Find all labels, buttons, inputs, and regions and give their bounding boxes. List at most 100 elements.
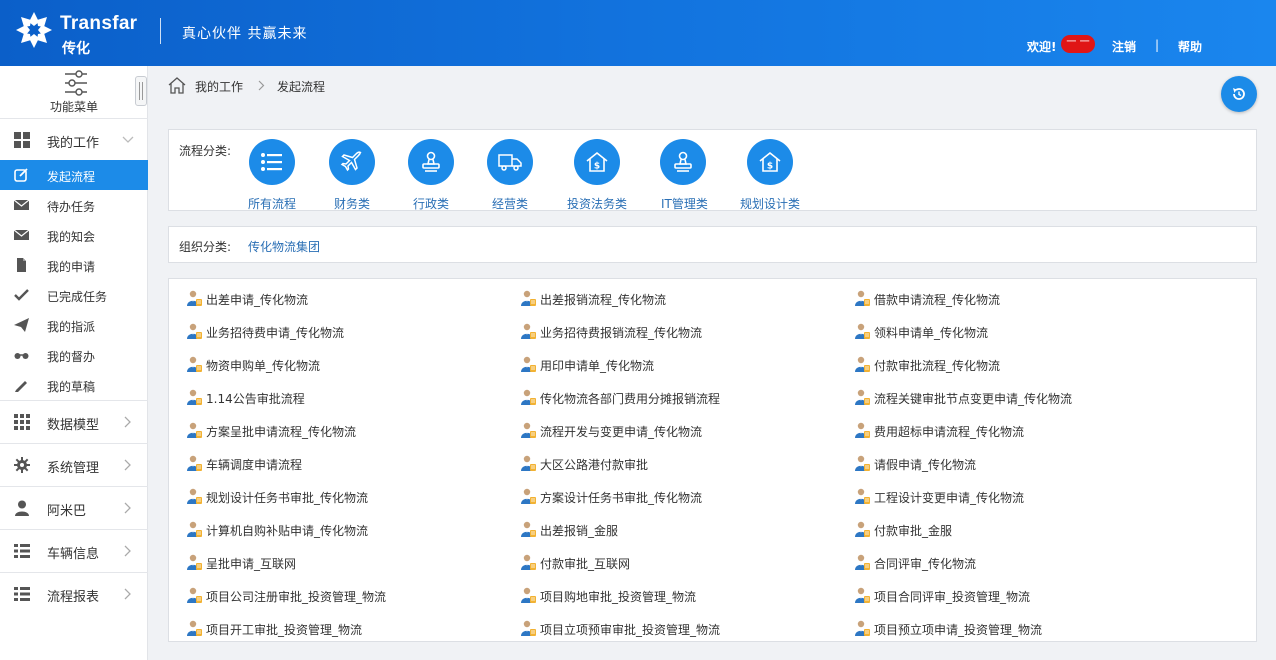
user-form-icon	[854, 587, 871, 607]
user-form-icon	[186, 389, 203, 409]
chevron-down-icon	[122, 136, 134, 143]
function-menu-label: 功能菜单	[49, 100, 98, 114]
refresh-icon	[1233, 88, 1245, 100]
user-form-icon	[520, 620, 537, 640]
dashboard-icon	[14, 132, 30, 148]
home-icon[interactable]	[168, 77, 186, 94]
user-form-icon	[186, 323, 203, 343]
user-form-icon	[854, 554, 871, 574]
list-icon	[261, 153, 282, 171]
sidebar-item-label: 待办任务	[47, 200, 96, 214]
user-icon	[15, 500, 29, 516]
svg-text:$: $	[594, 162, 600, 172]
user-form-icon	[520, 521, 537, 541]
process-category-panel: 流程分类: 所有流程 财务类 行政类 经营类 $ 投资法务类 IT管理类 $ 规…	[168, 129, 1257, 211]
user-form-icon	[854, 290, 871, 310]
sidebar: 功能菜单 我的工作 发起流程 待办任务 我的知会 我的申请 已完成任务 我的指派…	[0, 66, 148, 660]
sidebar-item-todo-tasks[interactable]: 待办任务	[0, 190, 148, 220]
chevron-right-icon	[124, 545, 131, 557]
sidebar-group-vehicle-info[interactable]: 车辆信息	[0, 529, 148, 571]
breadcrumb-my-work[interactable]: 我的工作	[195, 78, 243, 95]
org-category-value[interactable]: 传化物流集团	[248, 238, 320, 255]
category-icon-circle	[249, 139, 295, 185]
user-form-icon	[520, 290, 537, 310]
sidebar-item-my-drafts[interactable]: 我的草稿	[0, 370, 148, 400]
sidebar-group-label: 数据模型	[47, 418, 100, 433]
sidebar-group-amoeba[interactable]: 阿米巴	[0, 486, 148, 528]
grid-icon	[14, 414, 30, 430]
process-label: 用印申请单_传化物流	[540, 359, 655, 373]
user-form-icon	[854, 455, 871, 475]
user-form-icon	[854, 488, 871, 508]
function-menu-toggle[interactable]: 功能菜单	[0, 66, 148, 118]
process-label: 流程开发与变更申请_传化物流	[540, 425, 703, 439]
sidebar-item-my-supervision[interactable]: 我的督办	[0, 340, 148, 370]
process-label: 借款申请流程_传化物流	[874, 293, 1001, 307]
category-icon-circle: $	[574, 139, 620, 185]
user-form-icon	[520, 422, 537, 442]
user-form-icon	[186, 554, 203, 574]
user-form-icon	[186, 422, 203, 442]
sidebar-item-my-assignments[interactable]: 我的指派	[0, 310, 148, 340]
envelope-icon	[14, 199, 29, 210]
org-category-label: 组织分类:	[179, 240, 232, 254]
sidebar-group-label: 我的工作	[47, 136, 100, 151]
category-icon-circle	[660, 139, 706, 185]
process-label: 工程设计变更申请_传化物流	[874, 491, 1025, 505]
stamp-icon	[674, 151, 692, 172]
user-form-icon	[186, 521, 203, 541]
sidebar-item-label: 我的督办	[47, 350, 96, 364]
breadcrumb-separator-icon	[258, 80, 265, 91]
process-label: 项目公司注册审批_投资管理_物流	[206, 590, 387, 604]
send-icon	[14, 318, 29, 332]
process-label: 业务招待费报销流程_传化物流	[540, 326, 703, 340]
process-label: 合同评审_传化物流	[874, 557, 977, 571]
glasses-icon	[14, 353, 29, 359]
user-form-icon	[520, 587, 537, 607]
user-form-icon	[520, 389, 537, 409]
sidebar-item-my-notices[interactable]: 我的知会	[0, 220, 148, 250]
chevron-right-icon	[124, 588, 131, 600]
sidebar-group-label: 车辆信息	[47, 547, 100, 562]
sidebar-group-process-reports[interactable]: 流程报表	[0, 572, 148, 614]
svg-text:$: $	[767, 162, 773, 172]
slogan: 真心伙伴 共赢未来	[182, 26, 308, 42]
process-category-label: 流程分类:	[179, 144, 232, 158]
sidebar-item-start-process[interactable]: 发起流程	[0, 160, 148, 190]
document-icon	[17, 258, 26, 272]
pencil-icon	[15, 381, 27, 392]
process-label: 呈批申请_互联网	[206, 557, 297, 571]
process-label: 大区公路港付款审批	[540, 458, 649, 472]
category-label: 规划设计类	[740, 197, 801, 211]
process-list-panel: 出差申请_传化物流 出差报销流程_传化物流 借款申请流程_传化物流 业务招待费申请_传…	[168, 278, 1257, 642]
refresh-button[interactable]	[1221, 76, 1257, 112]
sidebar-collapse-handle[interactable]	[135, 76, 147, 106]
user-form-icon	[854, 356, 871, 376]
sidebar-item-label: 已完成任务	[47, 290, 108, 304]
gear-icon	[14, 457, 30, 473]
category-label: 所有流程	[248, 197, 297, 211]
airplane-icon	[340, 151, 362, 172]
process-label: 传化物流各部门费用分摊报销流程	[540, 392, 721, 406]
process-label: 出差报销流程_传化物流	[540, 293, 667, 307]
sidebar-group-data-model[interactable]: 数据模型	[0, 400, 148, 442]
user-form-icon	[854, 323, 871, 343]
sidebar-group-my-work[interactable]: 我的工作	[0, 118, 148, 160]
stamp-icon	[422, 151, 440, 172]
house-dollar-icon: $	[586, 151, 608, 172]
process-label: 出差报销_金服	[540, 524, 619, 538]
sidebar-group-system-management[interactable]: 系统管理	[0, 443, 148, 485]
category-label: IT管理类	[661, 197, 708, 211]
user-name-badge[interactable]: 一 一	[1061, 35, 1095, 53]
sidebar-item-completed-tasks[interactable]: 已完成任务	[0, 280, 148, 310]
truck-icon	[498, 154, 522, 171]
process-label: 请假申请_传化物流	[874, 458, 977, 472]
sidebar-item-my-applications[interactable]: 我的申请	[0, 250, 148, 280]
process-label: 付款审批流程_传化物流	[874, 359, 1001, 373]
logout-link[interactable]: 注销	[1112, 38, 1136, 55]
list-icon	[14, 544, 30, 558]
help-link[interactable]: 帮助	[1178, 38, 1202, 55]
category-icon-circle: $	[747, 139, 793, 185]
process-label: 付款审批_金服	[874, 524, 953, 538]
sidebar-group-label: 阿米巴	[47, 504, 87, 519]
